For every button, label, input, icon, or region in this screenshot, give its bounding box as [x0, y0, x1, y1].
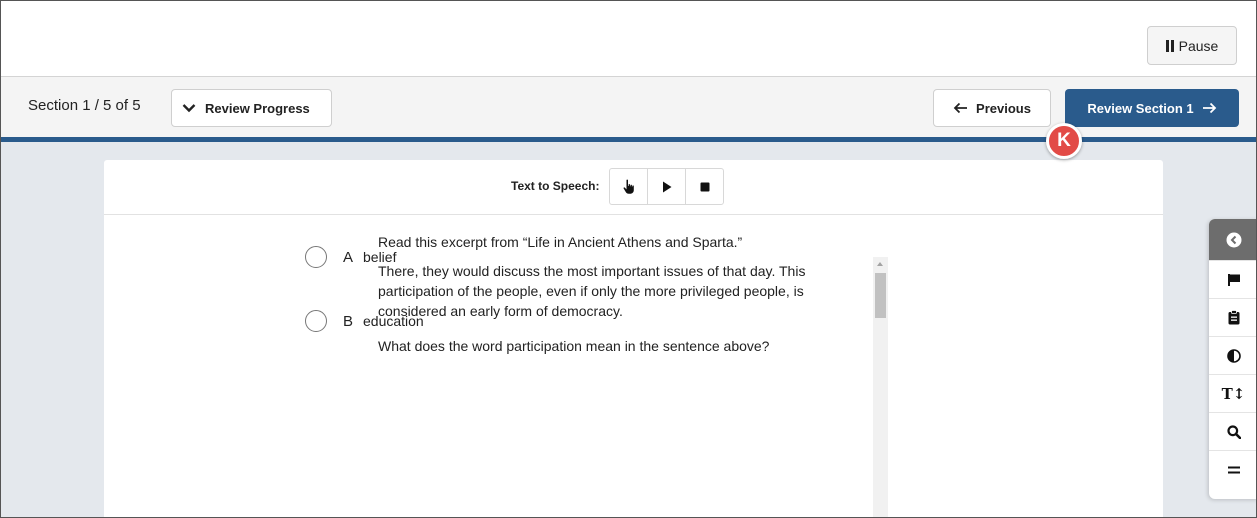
question-text: Read this excerpt from “Life in Ancient … [378, 232, 838, 365]
pointer-hand-icon [623, 179, 634, 194]
top-bar: Pause [1, 1, 1256, 77]
tts-play-button[interactable] [648, 169, 686, 204]
tool-rail: T↕ [1209, 219, 1256, 499]
text-size-icon: T↕ [1221, 384, 1246, 403]
review-progress-button[interactable]: Review Progress [171, 89, 332, 127]
tts-select-button[interactable] [610, 169, 648, 204]
text-to-speech-controls [609, 168, 724, 205]
question-excerpt: There, they would discuss the most impor… [378, 263, 806, 319]
previous-button[interactable]: Previous [933, 89, 1051, 127]
contrast-tool-button[interactable] [1209, 337, 1256, 375]
flag-icon [1227, 273, 1240, 286]
scrollbar-thumb[interactable] [875, 273, 886, 318]
chevron-left-circle-icon [1226, 232, 1241, 247]
tts-stop-button[interactable] [686, 169, 723, 204]
answer-option-a[interactable]: A belief [305, 245, 396, 269]
arrow-right-icon [1202, 102, 1216, 114]
question-stem: What does the word participation mean in… [378, 338, 770, 354]
flag-tool-button[interactable] [1209, 261, 1256, 299]
text-to-speech-bar: Text to Speech: [104, 160, 1163, 215]
clipboard-icon [1228, 310, 1239, 325]
k-logo-badge: K [1046, 123, 1082, 159]
answer-radio-a[interactable] [305, 246, 327, 268]
stop-icon [700, 182, 709, 191]
pause-button[interactable]: Pause [1147, 26, 1237, 65]
question-card: Text to Speech: Read this excerpt from “… [104, 160, 1163, 517]
pause-label: Pause [1178, 37, 1219, 54]
option-letter: B [343, 312, 354, 330]
option-letter: A [343, 248, 354, 266]
section-current: 1 / 5 [82, 97, 112, 114]
option-text: belief [363, 249, 397, 265]
contrast-icon [1226, 348, 1241, 363]
arrow-left-icon [953, 102, 968, 114]
line-reader-tool-button[interactable] [1209, 451, 1256, 489]
section-suffix: of 5 [111, 97, 141, 114]
chevron-down-icon [182, 104, 196, 113]
review-section-label: Review Section 1 [1087, 100, 1194, 116]
search-icon [1226, 424, 1241, 439]
answer-option-b[interactable]: B education [305, 309, 424, 333]
answer-radio-b[interactable] [305, 310, 327, 332]
question-scrollbar[interactable] [873, 257, 888, 517]
option-text: education [363, 313, 424, 329]
text-size-tool-button[interactable]: T↕ [1209, 375, 1256, 413]
test-window: Pause Section 1 / 5 of 5 Review Progress… [0, 0, 1257, 518]
collapse-tools-button[interactable] [1209, 219, 1256, 261]
review-progress-label: Review Progress [205, 100, 310, 116]
equals-icon [1227, 466, 1240, 474]
pause-icon [1165, 39, 1174, 52]
notepad-tool-button[interactable] [1209, 299, 1256, 337]
question-intro: Read this excerpt from “Life in Ancient … [378, 234, 743, 250]
play-icon [662, 181, 671, 192]
section-prefix: Section [28, 97, 83, 114]
previous-label: Previous [976, 100, 1031, 116]
section-indicator: Section 1 / 5 of 5 [28, 97, 141, 114]
magnifier-tool-button[interactable] [1209, 413, 1256, 451]
review-section-button[interactable]: Review Section 1 [1065, 89, 1239, 127]
text-to-speech-label: Text to Speech: [511, 179, 600, 193]
scroll-up-arrow-icon[interactable] [877, 262, 883, 266]
